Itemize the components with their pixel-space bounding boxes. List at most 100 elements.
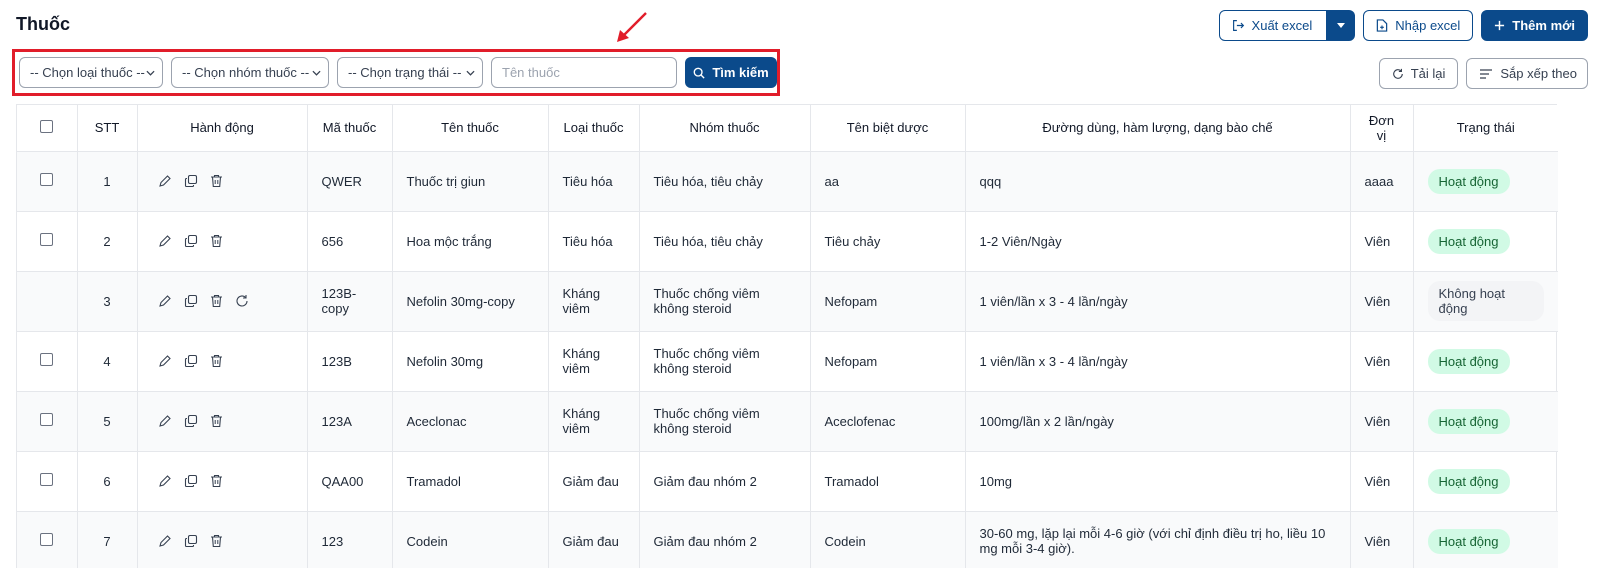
type-cell: Kháng viêm — [548, 331, 640, 392]
table-row[interactable]: 3 123B-copy Nefolin 30mg-copy Kháng viêm… — [17, 271, 1558, 332]
edit-pencil-icon[interactable] — [158, 174, 172, 188]
unit-cell: Viên — [1350, 391, 1414, 452]
brand-cell: Aceclofenac — [810, 391, 966, 452]
row-checkbox[interactable] — [40, 353, 54, 366]
copy-icon[interactable] — [184, 234, 198, 248]
copy-icon[interactable] — [184, 414, 198, 428]
copy-icon[interactable] — [184, 474, 198, 488]
actions-cell — [137, 151, 308, 212]
select-all-checkbox[interactable] — [40, 119, 54, 133]
usage-cell: 1-2 Viên/Ngày — [965, 211, 1351, 272]
row-select-cell — [17, 271, 78, 332]
import-excel-button[interactable]: Nhập excel — [1363, 10, 1474, 41]
search-button[interactable]: Tìm kiếm — [685, 57, 777, 88]
medicine-table: STT Hành động Mã thuốc Tên thuốc Loại th… — [16, 104, 1558, 568]
edit-pencil-icon[interactable] — [158, 234, 172, 248]
table-row[interactable]: 6 QAA00 Tramadol Giảm đau Giảm đau nhóm … — [17, 451, 1558, 512]
status-select[interactable]: -- Chọn trạng thái -- — [337, 57, 483, 88]
medicine-group-select[interactable]: -- Chọn nhóm thuốc -- — [171, 57, 329, 88]
row-checkbox[interactable] — [40, 473, 54, 486]
stt-cell: 3 — [77, 271, 138, 332]
edit-pencil-icon[interactable] — [158, 354, 172, 368]
column-header[interactable]: Trạng thái — [1413, 105, 1558, 152]
plus-icon — [1495, 20, 1505, 31]
usage-cell: 30-60 mg, lặp lại mỗi 4-6 giờ (với chỉ đ… — [965, 511, 1351, 568]
trash-icon[interactable] — [210, 354, 223, 368]
code-cell: QAA00 — [307, 451, 393, 512]
table-row[interactable]: 7 123 Codein Giảm đau Giảm đau nhóm 2 Co… — [17, 511, 1558, 568]
name-cell: Aceclonac — [392, 391, 549, 452]
export-excel-label: Xuất excel — [1251, 18, 1313, 33]
stt-cell: 1 — [77, 151, 138, 212]
search-icon — [693, 67, 705, 79]
medicine-group-select-value: -- Chọn nhóm thuốc -- — [182, 65, 310, 80]
table-row[interactable]: 5 123A Aceclonac Kháng viêm Thuốc chống … — [17, 391, 1558, 452]
column-header[interactable]: Tên thuốc — [392, 105, 549, 152]
column-header[interactable]: Nhóm thuốc — [639, 105, 811, 152]
sort-button[interactable]: Sắp xếp theo — [1466, 58, 1588, 89]
group-cell: Tiêu hóa, tiêu chảy — [639, 151, 811, 212]
export-dropdown-toggle[interactable] — [1327, 10, 1356, 41]
top-toolbar: Xuất excel Nhập excel Thêm mới — [1218, 10, 1588, 41]
group-cell: Giảm đau nhóm 2 — [639, 451, 811, 512]
row-checkbox[interactable] — [40, 413, 54, 426]
medicine-name-input[interactable] — [491, 57, 677, 88]
trash-icon[interactable] — [210, 414, 223, 428]
usage-cell: 100mg/lần x 2 lần/ngày — [965, 391, 1351, 452]
copy-icon[interactable] — [184, 174, 198, 188]
edit-pencil-icon[interactable] — [158, 534, 172, 548]
column-header[interactable]: Loại thuốc — [548, 105, 640, 152]
row-checkbox[interactable] — [40, 233, 54, 246]
brand-cell: aa — [810, 151, 966, 212]
reload-button[interactable]: Tải lại — [1378, 58, 1459, 89]
group-cell: Tiêu hóa, tiêu chảy — [639, 211, 811, 272]
column-header[interactable]: Đơn vị — [1350, 105, 1414, 152]
group-cell: Thuốc chống viêm không steroid — [639, 331, 811, 392]
type-cell: Tiêu hóa — [548, 151, 640, 212]
stt-cell: 6 — [77, 451, 138, 512]
table-row[interactable]: 1 QWER Thuốc trị giun Tiêu hóa Tiêu hóa,… — [17, 151, 1558, 212]
copy-icon[interactable] — [184, 294, 198, 308]
table-header-row: STT Hành động Mã thuốc Tên thuốc Loại th… — [17, 105, 1558, 152]
row-checkbox[interactable] — [40, 533, 54, 546]
row-select-cell — [17, 151, 78, 212]
restore-icon[interactable] — [235, 294, 249, 308]
column-header[interactable]: STT — [77, 105, 138, 152]
column-header[interactable]: Tên biệt dược — [810, 105, 966, 152]
trash-icon[interactable] — [210, 234, 223, 248]
status-select-value: -- Chọn trạng thái -- — [348, 65, 462, 80]
select-all-cell — [17, 105, 78, 152]
export-excel-button[interactable]: Xuất excel — [1218, 10, 1328, 41]
trash-icon[interactable] — [210, 174, 223, 188]
name-cell: Hoa mộc trắng — [392, 211, 549, 272]
edit-pencil-icon[interactable] — [158, 414, 172, 428]
copy-icon[interactable] — [184, 354, 198, 368]
medicine-type-select[interactable]: -- Chọn loại thuốc -- — [19, 57, 163, 88]
column-header[interactable]: Hành động — [137, 105, 308, 152]
status-cell: Hoạt động — [1413, 511, 1558, 568]
group-cell: Thuốc chống viêm không steroid — [639, 391, 811, 452]
column-header[interactable]: Đường dùng, hàm lượng, dạng bào chế — [965, 105, 1351, 152]
add-new-button[interactable]: Thêm mới — [1481, 10, 1588, 41]
usage-cell: qqq — [965, 151, 1351, 212]
trash-icon[interactable] — [210, 294, 223, 308]
row-checkbox[interactable] — [40, 173, 54, 186]
edit-pencil-icon[interactable] — [158, 294, 172, 308]
copy-icon[interactable] — [184, 534, 198, 548]
actions-cell — [137, 331, 308, 392]
trash-icon[interactable] — [210, 474, 223, 488]
table-row[interactable]: 2 656 Hoa mộc trắng Tiêu hóa Tiêu hóa, t… — [17, 211, 1558, 272]
trash-icon[interactable] — [210, 534, 223, 548]
import-excel-label: Nhập excel — [1395, 18, 1461, 33]
actions-cell — [137, 451, 308, 512]
status-cell: Hoạt động — [1413, 151, 1558, 212]
table-row[interactable]: 4 123B Nefolin 30mg Kháng viêm Thuốc chố… — [17, 331, 1558, 392]
medicine-type-select-value: -- Chọn loại thuốc -- — [30, 65, 145, 80]
edit-pencil-icon[interactable] — [158, 474, 172, 488]
status-cell: Hoạt động — [1413, 211, 1558, 272]
status-cell: Không hoạt động — [1413, 271, 1558, 332]
column-header[interactable]: Mã thuốc — [307, 105, 393, 152]
stt-cell: 4 — [77, 331, 138, 392]
page-title: Thuốc — [16, 14, 70, 34]
stt-cell: 2 — [77, 211, 138, 272]
